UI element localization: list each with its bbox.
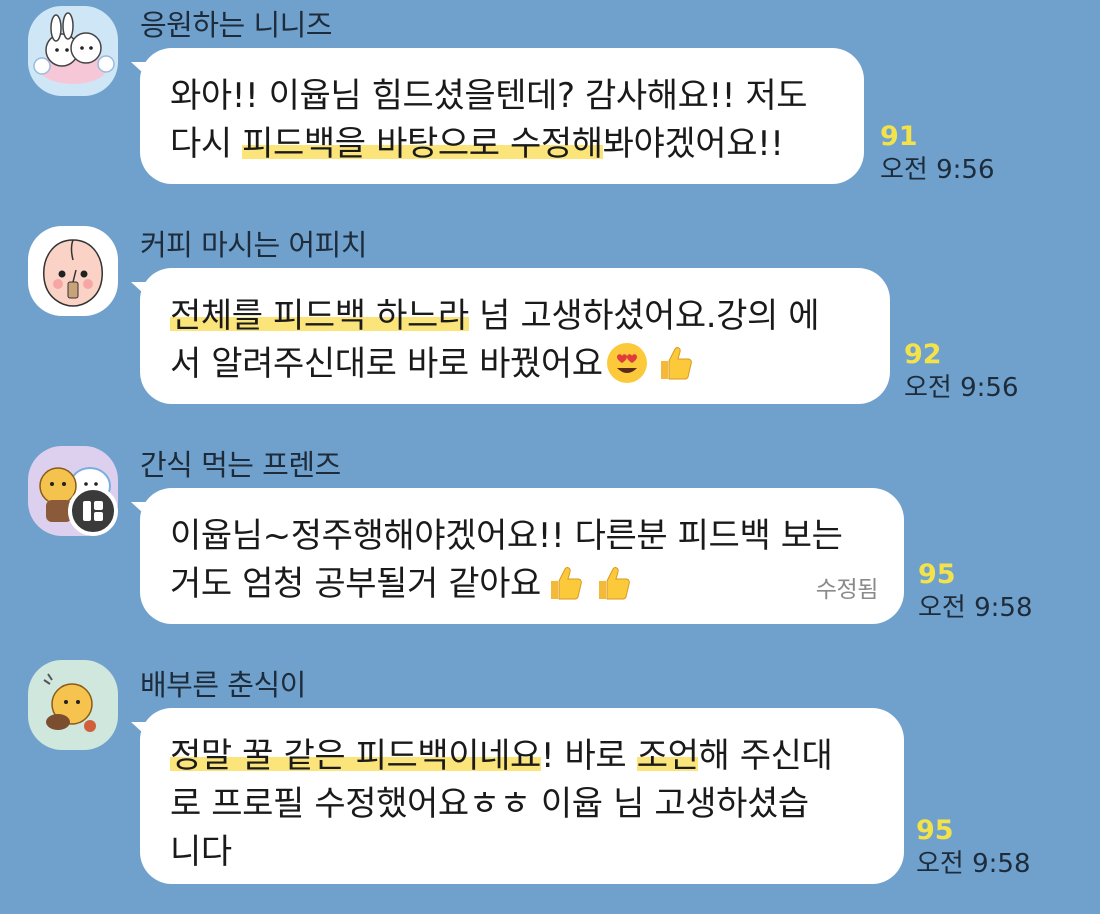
message-text-fragment: 다시 [170, 124, 243, 164]
message-text-line: 니다 [170, 832, 232, 872]
message-bubble[interactable]: 정말 꿀 같은 피드백이네요! 바로 조언해 주신대 로 프로필 수정했어요ㅎㅎ… [140, 708, 904, 884]
highlighted-text: 피드백을 바탕으로 수정해 [242, 124, 603, 164]
thumbs-up-emoji-icon [550, 566, 582, 599]
thumbs-up-emoji-icon [660, 346, 692, 379]
ninize-avatar-icon[interactable] [28, 6, 118, 96]
message-text-fragment: 넘 고생하셨어요.강의 에 [468, 296, 820, 336]
heart-eyes-emoji-icon [606, 342, 647, 383]
choonsik-avatar-icon[interactable] [28, 660, 118, 750]
timestamp: 오전 9:56 [880, 155, 995, 185]
message-text-line: 로 프로필 수정했어요ㅎㅎ 이윱 님 고생하셨습 [170, 784, 809, 824]
message-meta: 91 오전 9:56 [880, 122, 995, 186]
message-text-line: 거도 엄청 공부될거 같아요 [170, 560, 876, 608]
message-text-fragment: 봐야겠어요!! [602, 124, 784, 164]
message-text-line: 전체를 피드백 하느라 넘 고생하셨어요.강의 에 [170, 292, 862, 340]
message-text-line: 이윱님~정주행해야겠어요!! 다른분 피드백 보는 [170, 516, 843, 556]
message-text-line: 정말 꿀 같은 피드백이네요! 바로 조언해 주신대 [170, 732, 876, 780]
sender-name: 간식 먹는 프렌즈 [140, 448, 341, 482]
apeach-avatar-icon[interactable] [28, 226, 118, 316]
sender-name: 배부른 춘식이 [140, 668, 306, 702]
message-bubble[interactable]: 전체를 피드백 하느라 넘 고생하셨어요.강의 에 서 알려주신대로 바로 바꿨… [140, 268, 890, 404]
timestamp: 오전 9:58 [916, 849, 1031, 879]
message-text-line: 와아!! 이윱님 힘드셨을텐데? 감사해요!! 저도 [170, 76, 808, 116]
thumbs-up-emoji-icon [598, 566, 630, 599]
message-text-fragment: ! 바로 [540, 736, 637, 776]
message-text-fragment: 서 알려주신대로 바로 바꿨어요 [170, 344, 603, 384]
timestamp: 오전 9:58 [918, 593, 1033, 623]
sender-name: 커피 마시는 어피치 [140, 228, 367, 262]
read-count: 95 [916, 815, 954, 846]
message-meta: 95 오전 9:58 [918, 560, 1033, 624]
highlighted-text: 전체를 피드백 하느라 [170, 296, 469, 336]
message-text-fragment: 거도 엄청 공부될거 같아요 [170, 564, 541, 604]
highlighted-text: 조언 [636, 736, 699, 776]
timestamp: 오전 9:56 [904, 373, 1019, 403]
read-count: 92 [904, 339, 942, 370]
message-bubble[interactable]: 이윱님~정주행해야겠어요!! 다른분 피드백 보는 거도 엄청 공부될거 같아요… [140, 488, 904, 624]
edited-label: 수정됨 [815, 577, 879, 603]
message-bubble[interactable]: 와아!! 이윱님 힘드셨을텐데? 감사해요!! 저도 다시 피드백을 바탕으로 … [140, 48, 864, 184]
message-meta: 92 오전 9:56 [904, 340, 1019, 404]
sender-name: 응원하는 니니즈 [140, 8, 332, 42]
channel-badge-icon [68, 486, 118, 536]
message-text-line: 다시 피드백을 바탕으로 수정해봐야겠어요!! [170, 120, 836, 168]
message-meta: 95 오전 9:58 [916, 816, 1031, 880]
read-count: 91 [880, 121, 918, 152]
message-text-line: 서 알려주신대로 바로 바꿨어요 [170, 340, 862, 388]
highlighted-text: 정말 꿀 같은 피드백이네요 [170, 736, 541, 776]
read-count: 95 [918, 559, 956, 590]
message-text-fragment: 해 주신대 [698, 736, 833, 776]
